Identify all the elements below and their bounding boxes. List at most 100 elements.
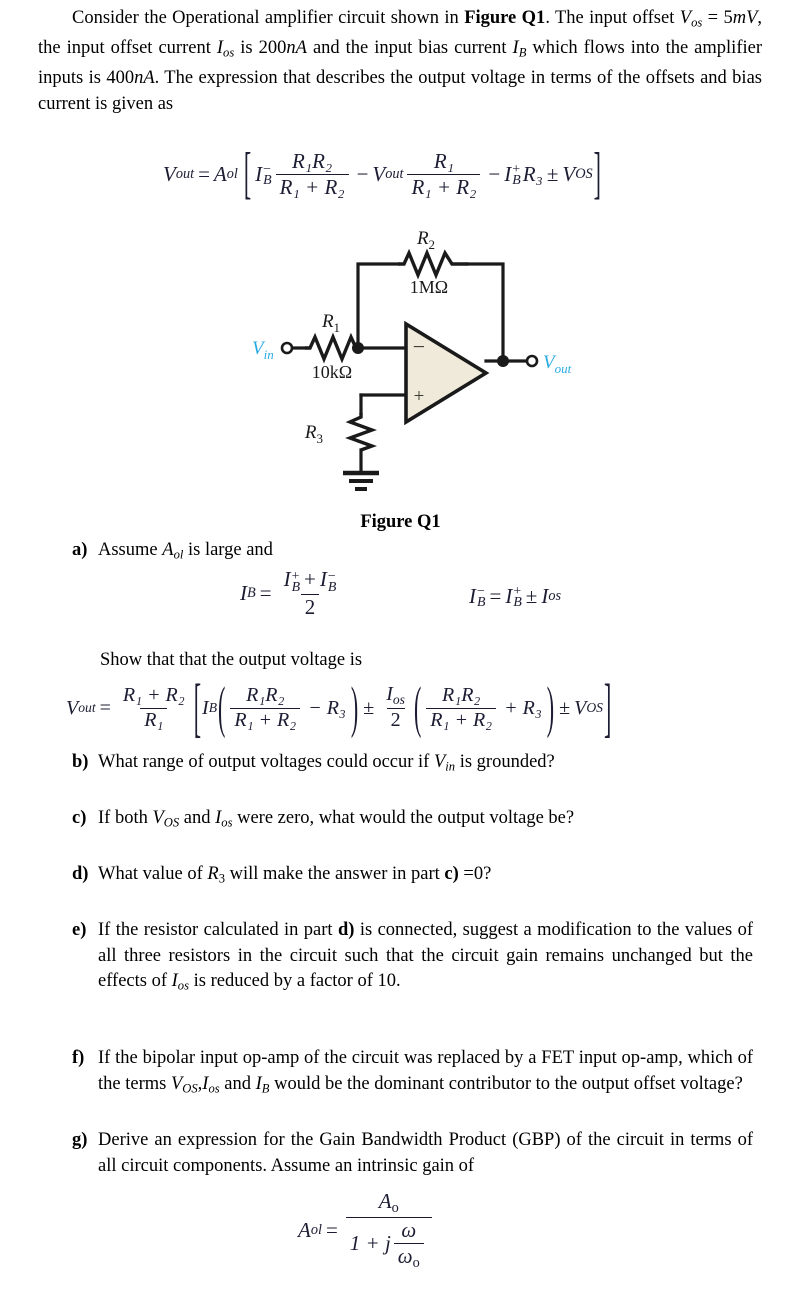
st-equals: = <box>99 696 111 719</box>
question-e-label: e) <box>72 920 87 940</box>
question-d: d) What value of R3 will make the answer… <box>72 862 772 892</box>
question-f-label: f) <box>72 1048 85 1068</box>
show-that-equation: Vout = R₁ + R₂ R₁ [ IB ( R₁R₂ R₁ + R₂ − … <box>66 669 612 744</box>
st-ios-fraction: Ios 2 <box>382 683 409 732</box>
st-vos-sub: OS <box>586 700 603 716</box>
aol-eq-lhs: A <box>298 1218 311 1243</box>
vos-symbol: V <box>679 8 692 28</box>
st-lhs: V <box>66 696 79 719</box>
main-vout-sub: out <box>385 165 404 182</box>
r3-resistor-symbol <box>345 413 377 452</box>
st-ib: I <box>202 696 209 719</box>
aol-gain-equation: Aol = Ao 1 + j ω ωo <box>298 1190 436 1271</box>
feedback-left-wire <box>356 262 400 350</box>
main-frac-2: R₁ R₁ + R₂ <box>407 149 481 199</box>
question-b-label: b) <box>72 752 89 772</box>
question-d-label: d) <box>72 864 89 884</box>
intro-segment-1: Consider the Operational amplifier circu… <box>72 8 465 28</box>
r1-resistor-symbol <box>305 332 359 364</box>
intro-segment-2: . The input offset <box>545 8 680 28</box>
intro-paragraph: Consider the Operational amplifier circu… <box>38 6 762 117</box>
question-e: e) If the resistor calculated in part d)… <box>72 918 753 999</box>
question-c-text: If both VOS and Ios were zero, what woul… <box>98 808 575 830</box>
st-vos: V <box>574 696 587 719</box>
st-pm-1: ± <box>363 696 375 719</box>
st-bracket-close: ] <box>603 669 612 745</box>
question-b-text: What range of output voltages could occu… <box>98 752 555 774</box>
ib-off-equals: = <box>489 584 502 608</box>
intro-segment-6: and the input bias current <box>306 38 513 59</box>
question-e-text: If the resistor calculated in part d) is… <box>98 920 753 993</box>
ib-avg-lhs-sub: B <box>247 585 256 602</box>
question-f-text: If the bipolar input op-amp of the circu… <box>98 1048 753 1096</box>
ib-off-ios-sub: os <box>548 588 561 604</box>
figure-caption: Figure Q1 <box>360 512 441 532</box>
intro-segment-5: is 200 <box>234 38 287 59</box>
ib-off-rhs: I <box>505 584 513 608</box>
ib-minus-script: − B <box>263 160 272 188</box>
aol-eq-inner-fraction: ω ωo <box>393 1218 424 1271</box>
aol-eq-equals: = <box>325 1218 338 1243</box>
main-eq-minus-1: − <box>356 161 369 186</box>
ib-off-ios: I <box>541 584 549 608</box>
r3-label: R3 <box>304 422 323 446</box>
question-a: a) Assume Aol is large and <box>72 538 692 568</box>
st-paren-open-1: ( <box>218 674 226 740</box>
aol-eq-denominator: 1 + j ω ωo <box>345 1217 432 1271</box>
st-paren-open-2: ( <box>413 674 422 740</box>
main-eq-lhs: V <box>163 161 176 186</box>
aol-eq-omega: ω <box>401 1218 417 1243</box>
aol-eq-lhs-sub: ol <box>310 1222 322 1239</box>
st-paren-close-2: ) <box>546 674 555 740</box>
noninverting-input-sign: + <box>414 386 425 407</box>
inverting-node-dot <box>352 342 364 354</box>
ib-off-pm: ± <box>525 584 538 608</box>
main-frac-1-num: R₁R₂ <box>291 149 333 173</box>
main-frac-2-num: R₁ <box>433 149 455 173</box>
output-node-dot <box>497 355 509 367</box>
question-c: c) If both VOS and Ios were zero, what w… <box>72 806 772 836</box>
ib-off-lhs: I <box>469 584 476 608</box>
st-frac-2-num: R₁R₂ <box>442 683 481 706</box>
question-a-label: a) <box>72 540 88 560</box>
r1-value-label: 10kΩ <box>312 362 352 382</box>
intro-segment-3: = 5 <box>702 8 733 28</box>
r2-label: R2 <box>416 228 435 252</box>
st-plus-r3: + R₃ <box>504 696 542 719</box>
aol-subscript: ol <box>226 165 238 182</box>
vos-subscript: os <box>691 15 703 30</box>
question-a-text: Assume Aol is large and <box>98 540 273 562</box>
main-eq-lhs-sub: out <box>175 165 195 182</box>
bracket-close: ] <box>593 140 601 206</box>
main-vos-symbol: V <box>562 161 576 186</box>
question-g-label: g) <box>72 1130 88 1150</box>
st-bracket-open: [ <box>193 669 202 745</box>
ib-off-lhs-script: − B <box>477 583 486 610</box>
st-pm-2: ± <box>559 696 571 719</box>
aol-eq-numerator: Ao <box>378 1189 399 1216</box>
main-frac-2-den: R₁ + R₂ <box>407 173 481 199</box>
st-gain-fraction: R₁ + R₂ R₁ <box>119 683 189 731</box>
st-frac-1: R₁R₂ R₁ + R₂ <box>230 684 301 732</box>
figure-reference: Figure Q1 <box>464 8 546 28</box>
r2-value-label: 1MΩ <box>410 277 448 297</box>
feedback-right-wire <box>466 262 505 363</box>
question-c-label: c) <box>72 808 87 828</box>
r2-resistor-symbol <box>398 248 468 280</box>
inverting-input-sign: − <box>413 334 425 359</box>
st-frac-1-den: R₁ + R₂ <box>230 707 301 732</box>
st-lhs-sub: out <box>78 700 96 716</box>
ib-minus-symbol: I <box>255 161 263 186</box>
st-frac-2: R₁R₂ R₁ + R₂ <box>426 683 497 731</box>
r1-label: R1 <box>321 311 340 335</box>
ib-off-rhs-script: + B <box>513 583 522 610</box>
main-eq-equals: = <box>198 161 210 186</box>
ib-avg-lhs: I <box>240 581 247 606</box>
ib-avg-denominator: 2 <box>300 594 320 619</box>
st-gain-num: R₁ + R₂ <box>122 683 185 706</box>
ib-avg-equals: = <box>259 581 272 606</box>
main-vout-symbol: V <box>372 161 386 186</box>
question-f: f) If the bipolar input op-amp of the ci… <box>72 1046 753 1102</box>
main-eq-pm: ± <box>546 161 559 186</box>
ib-plus-script: + B <box>512 160 521 188</box>
